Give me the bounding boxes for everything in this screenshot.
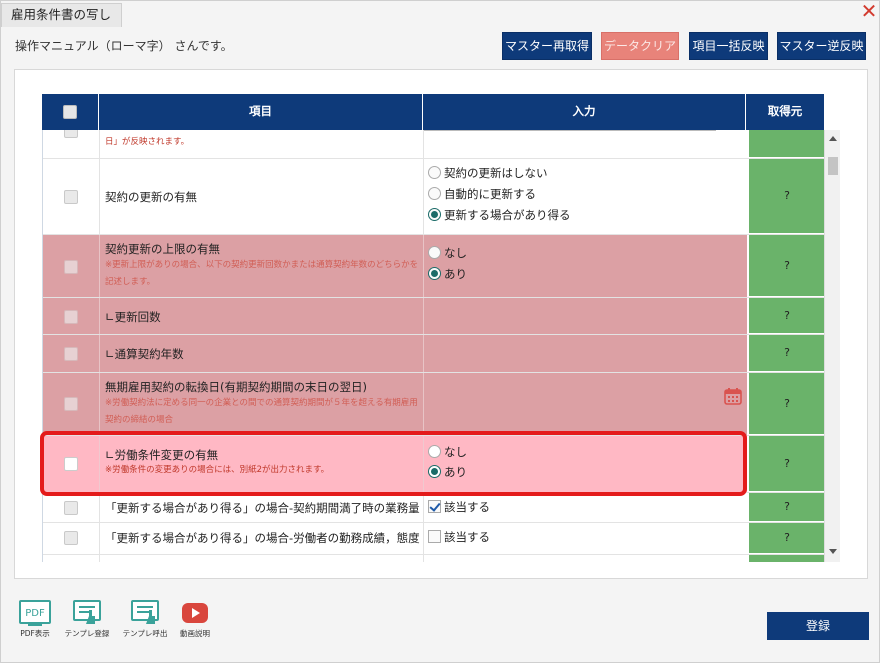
row-note: 日」が反映されます。 xyxy=(105,137,190,147)
template-register-icon xyxy=(73,600,101,624)
row-note: ※労働契約法に定める同一の企業との間での通算契約期間が５年を超える有期雇用契約の… xyxy=(105,398,418,425)
video-play-icon xyxy=(182,603,208,623)
row-source xyxy=(747,555,824,562)
table-row: 無期雇用契約の転換日(有期契約期間の末日の翌日) ※労働契約法に定める同一の企業… xyxy=(43,373,824,436)
table-header: 項目 入力 取得元 xyxy=(42,94,824,130)
header-source: 取得元 xyxy=(767,104,803,118)
pdf-view-button[interactable]: PDF PDF表示 xyxy=(15,596,55,639)
bottom-toolbar: PDF PDF表示 テンプレ登録 テンプレ呼出 動画説明 xyxy=(1,596,880,663)
register-button[interactable]: 登録 xyxy=(767,612,869,640)
titlebar: 雇用条件書の写し ✕ xyxy=(1,1,880,27)
applies-checkbox[interactable]: 該当する xyxy=(428,499,490,515)
radio-selected-icon xyxy=(428,208,441,221)
svg-text:PDF: PDF xyxy=(25,608,45,619)
header-input: 入力 xyxy=(423,94,746,130)
row-note: ※更新上限がありの場合、以下の契約更新回数かまたは通算契約年数のどちらかを記述し… xyxy=(105,260,419,287)
radio-icon xyxy=(428,166,441,179)
row-source[interactable]: ? xyxy=(747,523,824,554)
template-load-label: テンプレ呼出 xyxy=(122,629,168,638)
row-checkbox[interactable] xyxy=(64,190,78,204)
select-all-checkbox[interactable] xyxy=(63,105,77,119)
window-title: 雇用条件書の写し xyxy=(1,3,123,27)
template-register-label: テンプレ登録 xyxy=(64,629,110,638)
row-checkbox[interactable] xyxy=(64,397,78,411)
table-row: 「更新する場合があり得る」の場合-労働者の勤務成績，態度 該当する ? xyxy=(43,523,824,555)
calendar-icon[interactable] xyxy=(724,387,742,405)
row-checkbox[interactable] xyxy=(64,260,78,274)
row-source[interactable]: ? xyxy=(747,373,824,435)
bulk-apply-button[interactable]: 項目一括反映 xyxy=(689,32,768,60)
row-checkbox[interactable] xyxy=(64,310,78,324)
radio-selected-icon xyxy=(428,267,441,280)
row-item-label: ∟通算契約年数 xyxy=(105,347,184,361)
row-source[interactable]: ? xyxy=(747,159,824,234)
video-guide-button[interactable]: 動画説明 xyxy=(175,596,215,639)
template-register-button[interactable]: テンプレ登録 xyxy=(62,596,112,639)
table-row: ∟通算契約年数 ? xyxy=(43,335,824,373)
data-clear-button[interactable]: データクリア xyxy=(601,32,679,60)
table-row: 日」が反映されます。 xyxy=(43,130,824,159)
row-checkbox[interactable] xyxy=(64,347,78,361)
header-select-all xyxy=(42,94,99,130)
pdf-view-label: PDF表示 xyxy=(20,629,50,638)
row-source[interactable]: ? xyxy=(747,235,824,297)
row-source xyxy=(747,130,824,158)
radio-option[interactable]: なし xyxy=(428,245,467,261)
highlight-frame xyxy=(40,431,747,496)
checkbox-icon xyxy=(428,530,441,543)
row-item-label: 「更新する場合があり得る」の場合-労働者の勤務成績，態度 xyxy=(105,531,420,545)
dialog-window: 雇用条件書の写し ✕ 操作マニュアル（ローマ字） さんです。 マスター再取得 デ… xyxy=(0,0,880,663)
radio-option[interactable]: あり xyxy=(428,266,467,282)
video-guide-label: 動画説明 xyxy=(180,629,210,638)
radio-option[interactable]: 更新する場合があり得る xyxy=(428,207,571,223)
row-item-label: 契約更新の上限の有無 xyxy=(105,242,220,256)
row-source[interactable]: ? xyxy=(747,493,824,522)
radio-icon xyxy=(428,246,441,259)
row-item-label: 契約の更新の有無 xyxy=(105,190,197,204)
table-row xyxy=(43,555,824,562)
row-source[interactable]: ? xyxy=(747,436,824,492)
row-checkbox[interactable] xyxy=(64,501,78,515)
vertical-scrollbar[interactable] xyxy=(824,130,840,562)
template-load-button[interactable]: テンプレ呼出 xyxy=(119,596,171,639)
header-item: 項目 xyxy=(99,94,423,130)
applies-checkbox[interactable]: 該当する xyxy=(428,529,490,545)
checkmark-icon xyxy=(428,500,441,513)
row-checkbox[interactable] xyxy=(64,531,78,545)
table-row: ∟更新回数 ? xyxy=(43,298,824,335)
close-icon[interactable]: ✕ xyxy=(860,1,878,21)
master-refetch-button[interactable]: マスター再取得 xyxy=(502,32,592,60)
template-load-icon xyxy=(131,600,159,624)
user-message: 操作マニュアル（ローマ字） さんです。 xyxy=(15,39,233,53)
row-source[interactable]: ? xyxy=(747,335,824,372)
radio-option[interactable]: 契約の更新はしない xyxy=(428,165,548,181)
row-checkbox[interactable] xyxy=(64,130,78,138)
pdf-icon: PDF xyxy=(19,600,51,626)
master-reverse-button[interactable]: マスター逆反映 xyxy=(777,32,866,60)
scroll-thumb[interactable] xyxy=(828,157,838,175)
table-row: 契約更新の上限の有無 ※更新上限がありの場合、以下の契約更新回数かまたは通算契約… xyxy=(43,235,824,298)
radio-icon xyxy=(428,187,441,200)
row-item-label: 「更新する場合があり得る」の場合-契約期間満了時の業務量 xyxy=(105,501,420,515)
row-source[interactable]: ? xyxy=(747,298,824,334)
table-body[interactable]: 日」が反映されます。 契約の更新の有無 契約の更新はしない 自動的に更新する 更… xyxy=(42,130,824,562)
table-row: 契約の更新の有無 契約の更新はしない 自動的に更新する 更新する場合があり得る … xyxy=(43,159,824,235)
radio-option[interactable]: 自動的に更新する xyxy=(428,186,536,202)
table-row: 「更新する場合があり得る」の場合-契約期間満了時の業務量 該当する ? xyxy=(43,493,824,523)
row-item-label: ∟更新回数 xyxy=(105,310,161,324)
scroll-down-icon[interactable] xyxy=(829,549,837,554)
scroll-up-icon[interactable] xyxy=(829,136,837,141)
row-item-label: 無期雇用契約の転換日(有期契約期間の末日の翌日) xyxy=(105,380,367,394)
